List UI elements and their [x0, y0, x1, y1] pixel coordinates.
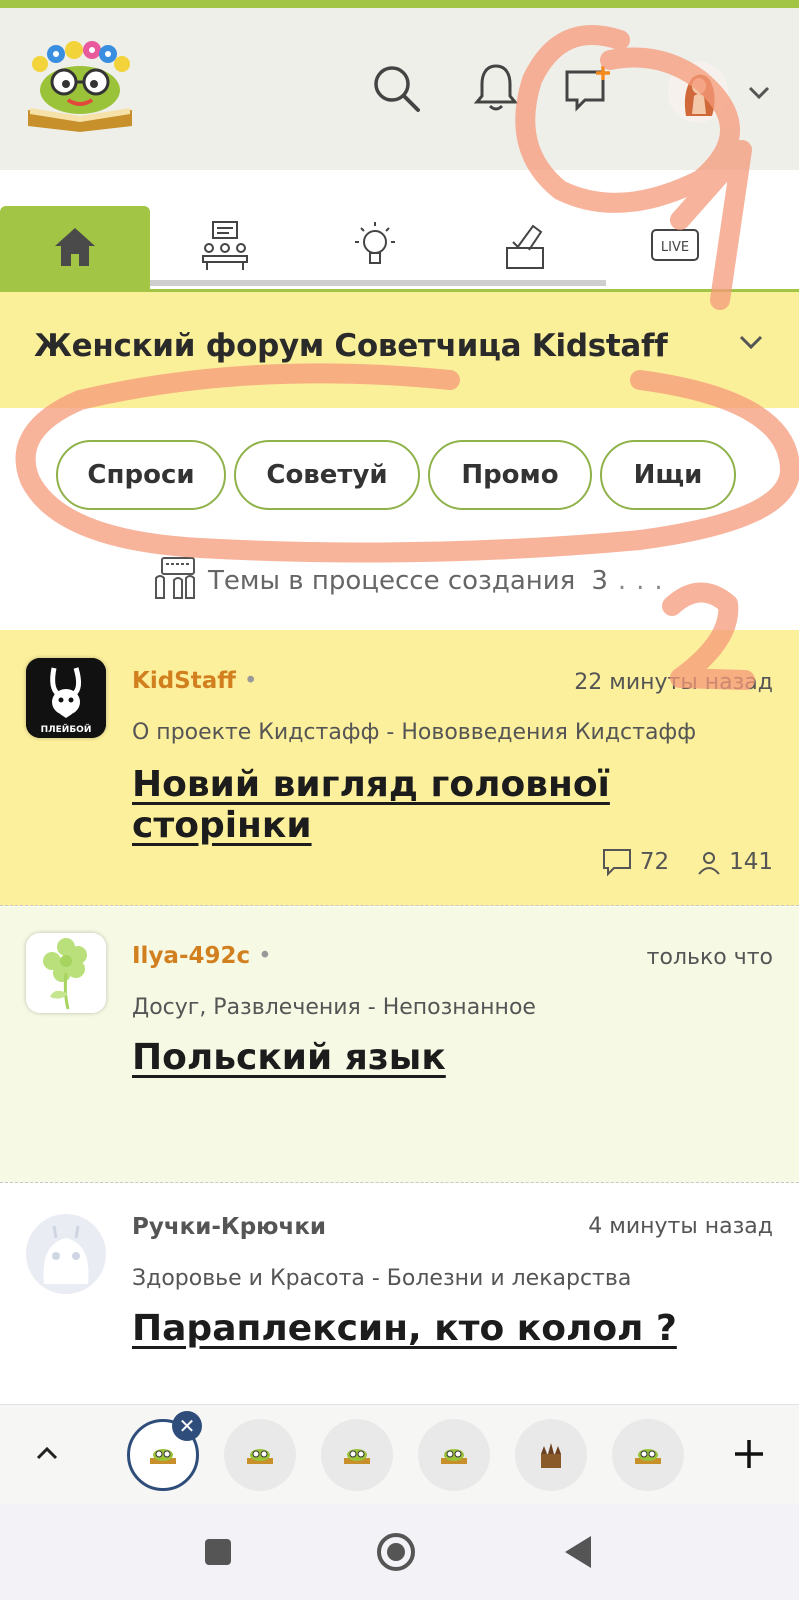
post-card[interactable]: Ручки-Крючки 4 минуты назад Здоровье и К… [0, 1184, 799, 1404]
bell-icon[interactable] [468, 60, 524, 116]
post-author[interactable]: KidStaff • [132, 668, 257, 694]
tab-vote[interactable] [450, 206, 600, 290]
post-avatar[interactable]: ПЛЕЙБОЙ [26, 658, 106, 738]
tab-live[interactable]: LIVE [600, 206, 750, 290]
meeting-icon [199, 220, 251, 276]
top-accent-strip [0, 0, 799, 8]
drafts-link[interactable]: Темы в процессе создания 3 ... [152, 556, 673, 606]
recents-icon[interactable] [198, 1532, 238, 1572]
new-message-icon[interactable] [562, 60, 618, 116]
comment-icon [602, 849, 631, 877]
online-dot: • [258, 943, 272, 969]
open-tabs-bar: ✕ [0, 1404, 799, 1504]
comments-value: 72 [639, 849, 670, 875]
live-icon: LIVE [649, 226, 701, 270]
open-tab[interactable] [224, 1419, 296, 1491]
post-time: 22 минуты назад [574, 670, 773, 695]
drafts-more: ... [617, 566, 673, 596]
post-category[interactable]: Досуг, Развлечения - Непознанное [132, 995, 536, 1020]
post-avatar[interactable] [26, 933, 106, 1013]
post-card[interactable]: ПЛЕЙБОЙ KidStaff • 22 минуты назад О прое… [0, 630, 799, 906]
plus-icon[interactable] [732, 1437, 766, 1475]
post-avatar[interactable] [26, 1214, 106, 1294]
tab-ideas[interactable] [300, 206, 450, 290]
tab-discussions[interactable] [150, 206, 300, 290]
post-author[interactable]: Ilya-492c • [132, 943, 272, 969]
post-card[interactable]: Ilya-492c • только что Досуг, Развлечения… [0, 907, 799, 1183]
kidstaff-logo[interactable] [22, 38, 140, 136]
castle-icon [541, 1443, 561, 1468]
chevron-down-icon [735, 326, 767, 358]
open-tab[interactable] [612, 1419, 684, 1491]
app-header [0, 8, 799, 170]
avatar[interactable] [668, 62, 728, 122]
kidstaff-logo [150, 1449, 176, 1464]
comment-count: 72 [600, 846, 669, 878]
author-name[interactable]: Ilya-492c [132, 943, 250, 969]
chevron-up-icon[interactable] [32, 1439, 62, 1473]
post-time: 4 минуты назад [588, 1214, 773, 1239]
search-icon[interactable] [368, 60, 424, 116]
online-dot: • [243, 668, 258, 694]
chip-ask[interactable]: Спроси [56, 440, 226, 510]
tab-scroll-indicator [150, 280, 606, 286]
chip-promo[interactable]: Промо [428, 440, 592, 510]
post-category[interactable]: О проекте Кидстафф - Нововведения Кидста… [132, 720, 696, 745]
post-category[interactable]: Здоровье и Красота - Болезни и лекарства [132, 1266, 631, 1291]
chip-advise[interactable]: Советуй [234, 440, 420, 510]
chip-search[interactable]: Ищи [600, 440, 736, 510]
drafts-count: 3 [591, 566, 608, 596]
kidstaff-logo [441, 1449, 467, 1464]
open-tab[interactable] [418, 1419, 490, 1491]
page: LIVE Женский форум Советчица Kidstaff Сп… [0, 0, 799, 1600]
main-tabs: LIVE [0, 170, 799, 292]
view-count: 141 [695, 848, 773, 876]
post-stats: 72 141 [574, 846, 773, 878]
svg-text:ПЛЕЙБОЙ: ПЛЕЙБОЙ [41, 723, 92, 735]
open-tab[interactable] [515, 1419, 587, 1491]
post-title[interactable]: Польский язык [132, 1037, 446, 1078]
vote-icon [499, 220, 551, 276]
action-chips: Спроси Советуй Промо Ищи Темы в процессе… [0, 408, 799, 630]
forum-title: Женский форум Советчица Kidstaff [34, 328, 668, 364]
home-button-icon[interactable] [376, 1532, 416, 1572]
post-title[interactable]: Параплексин, кто колол ? [132, 1308, 677, 1349]
kidstaff-logo [344, 1449, 370, 1464]
forum-selector[interactable]: Женский форум Советчица Kidstaff [0, 292, 799, 408]
post-time: только что [646, 945, 773, 970]
post-title[interactable]: Новий вигляд головної сторінки [132, 764, 799, 846]
views-value: 141 [729, 849, 773, 875]
tab-home[interactable] [0, 206, 150, 290]
home-icon [51, 224, 99, 272]
kidstaff-logo [247, 1449, 273, 1464]
post-author[interactable]: Ручки-Крючки [132, 1214, 326, 1240]
kidstaff-logo [635, 1449, 661, 1464]
user-icon [698, 852, 720, 875]
keyboard-hands-icon [152, 554, 200, 609]
live-label: LIVE [661, 240, 689, 255]
lightbulb-icon [349, 220, 401, 276]
open-tab[interactable] [321, 1419, 393, 1491]
system-navigation-bar [0, 1504, 799, 1600]
close-icon[interactable]: ✕ [172, 1411, 202, 1441]
back-icon[interactable] [558, 1532, 598, 1572]
author-name[interactable]: KidStaff [132, 668, 236, 694]
drafts-label: Темы в процессе создания [208, 566, 576, 596]
chevron-down-icon[interactable] [744, 78, 774, 108]
